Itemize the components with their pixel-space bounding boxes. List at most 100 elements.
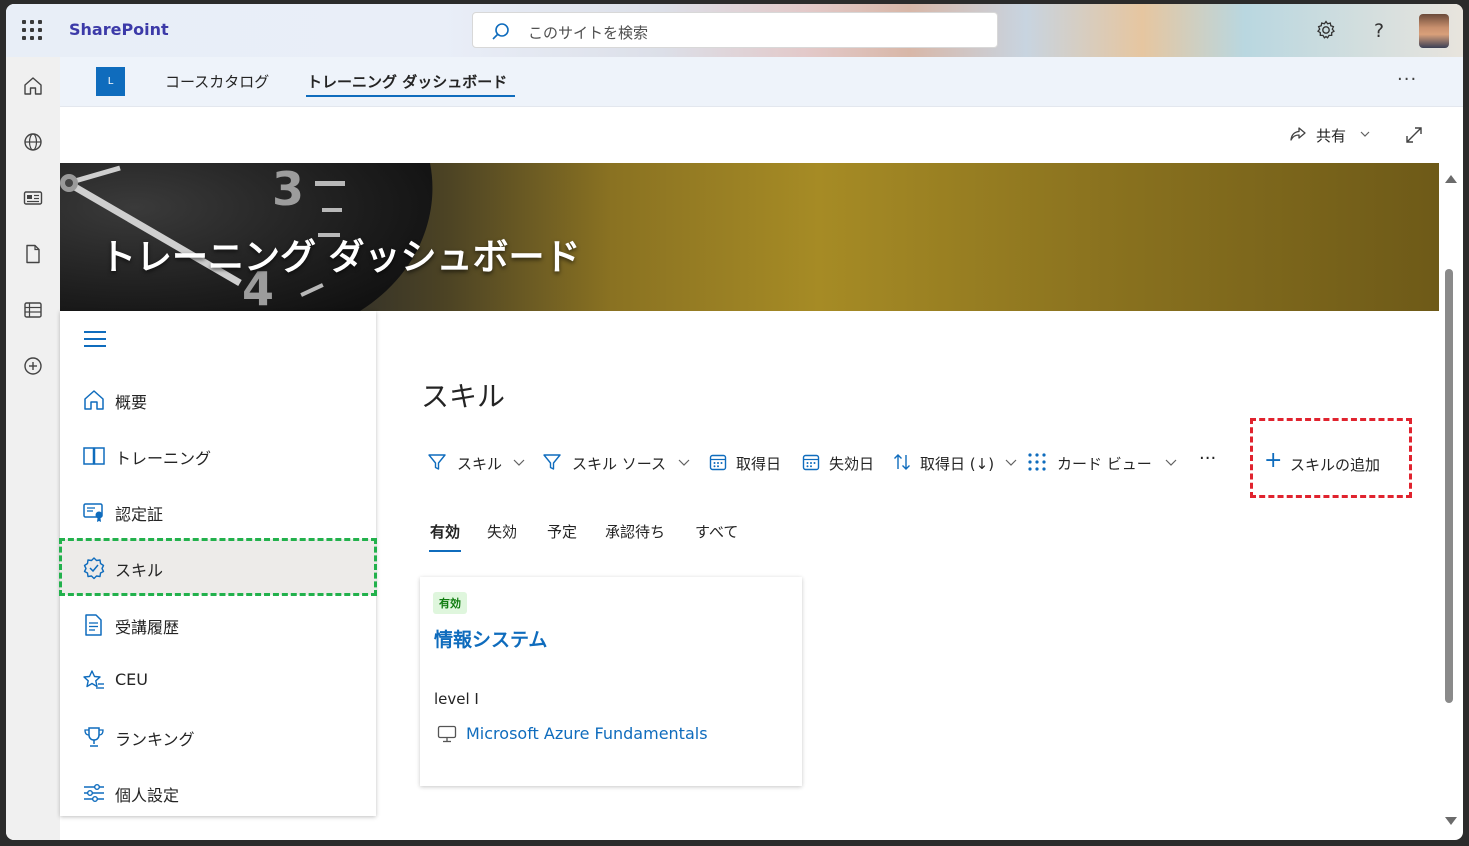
search-icon	[492, 23, 509, 40]
nav-item-training[interactable]: トレーニング	[60, 427, 376, 483]
nav-item-ranking[interactable]: ランキング	[60, 708, 376, 764]
calendar-icon	[709, 454, 727, 471]
nav-item-label: 個人設定	[115, 786, 180, 805]
nav-item-ceu[interactable]: CEU	[60, 652, 376, 708]
course-link[interactable]: Microsoft Azure Fundamentals	[466, 724, 708, 743]
share-label: 共有	[1316, 127, 1347, 145]
nav-item-label: ランキング	[115, 730, 195, 749]
nav-item-history[interactable]: 受講履歴	[60, 596, 376, 652]
expand-icon[interactable]	[1404, 125, 1424, 145]
acquired-date-label: 取得日	[736, 455, 782, 473]
trophy-icon	[84, 727, 104, 747]
site-logo[interactable]: L	[96, 67, 125, 96]
chevron-down-icon	[1165, 459, 1177, 466]
tab-active[interactable]: 有効	[430, 521, 460, 542]
nav-item-skills[interactable]: スキル	[59, 538, 377, 596]
settings-gear-icon[interactable]	[1315, 19, 1337, 41]
tab-planned[interactable]: 予定	[547, 521, 577, 542]
nav-item-overview[interactable]: 概要	[60, 371, 376, 427]
acquired-date-button[interactable]: 取得日	[708, 451, 788, 473]
status-badge: 有効	[433, 592, 467, 614]
filter-icon	[428, 454, 446, 470]
nav-item-label: トレーニング	[115, 449, 212, 468]
user-avatar[interactable]	[1419, 14, 1449, 48]
expiry-date-button[interactable]: 失効日	[801, 451, 881, 473]
skill-level: level I	[434, 690, 479, 708]
view-switcher-button[interactable]: カード ビュー	[1027, 451, 1177, 473]
share-icon	[1290, 127, 1306, 141]
app-launcher-icon[interactable]	[22, 20, 42, 40]
tab-expired[interactable]: 失効	[487, 521, 517, 542]
chevron-down-icon	[1005, 459, 1017, 466]
suite-bar: SharePoint このサイトを検索 ?	[6, 4, 1463, 57]
file-icon[interactable]	[22, 243, 44, 265]
calendar-icon	[802, 454, 820, 471]
banner-title: トレーニング ダッシュボード	[100, 237, 581, 278]
expiry-date-label: 失効日	[829, 455, 875, 473]
nav-item-label: 概要	[115, 393, 148, 412]
sliders-icon	[84, 784, 104, 802]
chevron-down-icon	[1360, 131, 1370, 137]
scroll-thumb[interactable]	[1445, 269, 1453, 703]
filter-skill-source-label: スキル ソース	[572, 455, 667, 473]
home-icon[interactable]	[22, 75, 44, 97]
sort-label: 取得日 (↓)	[920, 455, 995, 473]
active-tab-indicator	[429, 550, 461, 552]
sort-button[interactable]: 取得日 (↓)	[892, 451, 1017, 473]
add-circle-icon[interactable]	[22, 355, 44, 377]
hero-banner: 3 4 トレーニング ダッシュボード	[60, 163, 1439, 311]
more-options-icon[interactable]: ···	[1397, 69, 1417, 90]
svg-text:?: ?	[1374, 20, 1384, 41]
certificate-icon	[83, 503, 103, 522]
skill-badge-icon	[83, 557, 105, 580]
news-icon[interactable]	[22, 187, 44, 209]
toolbar-more-icon[interactable]: ···	[1199, 448, 1223, 470]
nav-item-certifications[interactable]: 認定証	[60, 483, 376, 539]
scroll-down-arrow-icon[interactable]	[1445, 817, 1457, 825]
filter-icon	[543, 454, 561, 470]
hamburger-menu-icon[interactable]	[84, 331, 106, 349]
nav-item-label: CEU	[115, 670, 148, 689]
grid-dots-icon	[1028, 453, 1046, 471]
nav-item-label: 認定証	[115, 505, 164, 524]
filter-skill-source-button[interactable]: スキル ソース	[542, 451, 692, 473]
nav-link-training-dashboard[interactable]: トレーニング ダッシュボード	[307, 71, 507, 92]
star-list-icon	[83, 670, 104, 689]
app-name[interactable]: SharePoint	[69, 20, 169, 39]
filter-skill-button[interactable]: スキル	[427, 451, 533, 473]
skill-card[interactable]: 有効 情報システム level I Microsoft Azure Fundam…	[420, 577, 802, 786]
scroll-up-arrow-icon[interactable]	[1445, 175, 1457, 183]
chevron-down-icon	[678, 459, 690, 466]
tab-all[interactable]: すべて	[695, 521, 738, 542]
plus-icon: +	[1264, 448, 1283, 473]
book-icon	[83, 447, 105, 465]
add-skill-button[interactable]: + スキルの追加	[1250, 418, 1412, 498]
filter-skill-label: スキル	[457, 455, 503, 473]
active-nav-indicator	[306, 95, 515, 97]
home-icon	[84, 390, 104, 410]
add-skill-label: スキルの追加	[1290, 456, 1381, 474]
nav-link-course-catalog[interactable]: コースカタログ	[165, 71, 269, 92]
nav-item-label: 受講履歴	[115, 618, 180, 637]
dial-number-3: 3	[272, 163, 304, 216]
search-box[interactable]: このサイトを検索	[472, 12, 998, 48]
app-rail	[6, 57, 60, 840]
share-button[interactable]: 共有	[1288, 124, 1372, 146]
search-placeholder: このサイトを検索	[528, 24, 649, 42]
monitor-icon	[437, 725, 457, 743]
document-list-icon	[85, 614, 102, 636]
skill-title-link[interactable]: 情報システム	[434, 625, 547, 652]
training-nav-panel: 概要 トレーニング 認定証 スキル 受講履歴 CEU ランキング 個人設定	[59, 311, 377, 816]
nav-item-label: スキル	[115, 561, 164, 580]
chevron-down-icon	[513, 459, 525, 466]
help-icon[interactable]: ?	[1369, 19, 1391, 41]
browser-window: SharePoint このサイトを検索 ? L コースカタログ トレーニング ダ…	[6, 4, 1463, 840]
sort-arrows-icon	[894, 454, 910, 470]
nav-item-personal-settings[interactable]: 個人設定	[60, 764, 376, 820]
page-scrollbar[interactable]	[1441, 169, 1459, 834]
globe-icon[interactable]	[22, 131, 44, 153]
tab-pending-approval[interactable]: 承認待ち	[605, 521, 665, 542]
site-header: L コースカタログ トレーニング ダッシュボード ···	[60, 57, 1463, 107]
list-icon[interactable]	[22, 299, 44, 321]
page-title: スキル	[421, 380, 506, 413]
